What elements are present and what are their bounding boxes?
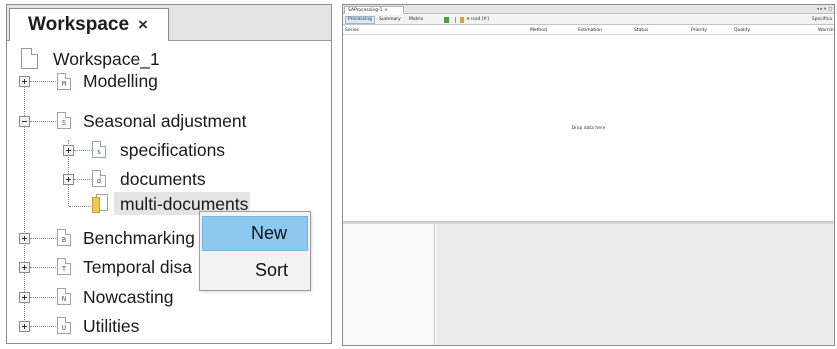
tree-line [30, 267, 56, 268]
expand-icon[interactable] [19, 76, 30, 87]
expand-icon[interactable] [19, 292, 30, 303]
tree-item-label: Temporal disa [83, 256, 192, 277]
column-method[interactable]: Method [530, 26, 547, 35]
column-status[interactable]: Status [634, 26, 648, 35]
tree-line [30, 238, 56, 239]
tree-item-label: Workspace_1 [53, 48, 160, 69]
expand-icon[interactable] [19, 321, 30, 332]
tree-line [74, 179, 92, 180]
run-icon[interactable] [444, 17, 449, 23]
tree-item-seasonal-adjustment[interactable]: Seasonal adjustment [83, 108, 246, 134]
tree-item-label: Modelling [83, 70, 158, 91]
document-tab-strip: SAProcessing-1 × ◂ ▸ ▾ □ [343, 5, 834, 14]
benchmarking-icon: B [57, 229, 71, 246]
drop-hint: Drop data here [571, 125, 606, 131]
tree-item-label: Seasonal adjustment [83, 110, 247, 131]
tab-summary[interactable]: Summary [377, 16, 403, 24]
column-priority[interactable]: Priority [691, 26, 707, 35]
specification-label[interactable]: Specifica [812, 16, 832, 24]
window-controls[interactable]: ◂ ▸ ▾ □ [817, 6, 832, 13]
workspace-panel-header: Workspace × [7, 5, 331, 41]
tree-line [30, 326, 56, 327]
workspace-tab-title: Workspace [28, 14, 130, 35]
menu-item-label: New [250, 223, 287, 243]
tree-line [74, 150, 92, 151]
menu-item-sort[interactable]: Sort [202, 253, 308, 288]
workspace-panel: Workspace × Workspace_1 M Modelling S Se… [6, 4, 332, 344]
tab-processing[interactable]: Processing [345, 16, 376, 24]
table-header: Series Method Estimation Status Priority… [343, 26, 834, 35]
tree-item-benchmarking[interactable]: Benchmarking [83, 225, 195, 251]
tree-item-label: documents [120, 168, 206, 189]
detail-list-pane [343, 224, 435, 345]
tree-line [30, 297, 56, 298]
column-estimation[interactable]: Estimation [578, 26, 602, 35]
tree-item-label: Utilities [83, 315, 140, 336]
tree-line [69, 206, 91, 207]
specification-icon[interactable] [460, 17, 464, 23]
tree-line [30, 121, 56, 122]
temporal-disaggregation-icon: T [57, 258, 71, 275]
tree-item-nowcasting[interactable]: Nowcasting [83, 284, 173, 310]
tree-item-label: Benchmarking [83, 227, 195, 248]
column-series[interactable]: Series [345, 26, 359, 35]
tab-matrix[interactable]: Matrix [407, 16, 425, 24]
expand-icon[interactable] [63, 145, 74, 156]
folder-icon [92, 194, 110, 213]
specifications-icon: s [92, 141, 106, 158]
tab-sa-processing[interactable]: SAProcessing-1 × [344, 6, 404, 14]
menu-item-new[interactable]: New [202, 216, 308, 251]
collapse-icon[interactable] [19, 116, 30, 127]
menu-item-label: Sort [254, 260, 288, 280]
tab-workspace[interactable]: Workspace × [9, 8, 169, 41]
tree-item-documents[interactable]: documents [120, 166, 206, 192]
workspace-icon [21, 48, 38, 69]
default-specification-selector[interactable]: ▾ rsa4 [fr] [467, 16, 489, 24]
nowcasting-icon: N [57, 288, 71, 305]
tree-item-utilities[interactable]: Utilities [83, 313, 139, 339]
expand-icon[interactable] [19, 233, 30, 244]
drop-zone[interactable]: Drop data here [343, 35, 834, 221]
column-warning[interactable]: Warning [818, 26, 834, 35]
sa-processing-window: SAProcessing-1 × ◂ ▸ ▾ □ Processing Summ… [342, 4, 835, 346]
close-icon[interactable]: × [138, 15, 148, 35]
tree-item-temporal-disaggregation[interactable]: Temporal disa [83, 254, 192, 280]
utilities-icon: U [57, 317, 71, 334]
documents-icon: d [92, 170, 106, 187]
detail-view-pane [436, 224, 834, 345]
context-menu: New Sort [199, 211, 311, 291]
column-quality[interactable]: Quality [734, 26, 750, 35]
tree-item-specifications[interactable]: specifications [120, 137, 225, 163]
modelling-icon: M [57, 73, 71, 90]
seasonal-adjustment-icon: S [57, 112, 71, 129]
toolbar-separator [455, 17, 456, 23]
toolbar: Processing Summary Matrix ▾ rsa4 [fr] Sp… [343, 15, 834, 25]
expand-icon[interactable] [19, 262, 30, 273]
tree-item-label: specifications [120, 139, 226, 160]
tree-item-label: Nowcasting [83, 286, 174, 307]
tree-item-modelling[interactable]: Modelling [83, 68, 158, 94]
expand-icon[interactable] [63, 174, 74, 185]
tree-line [30, 81, 56, 82]
